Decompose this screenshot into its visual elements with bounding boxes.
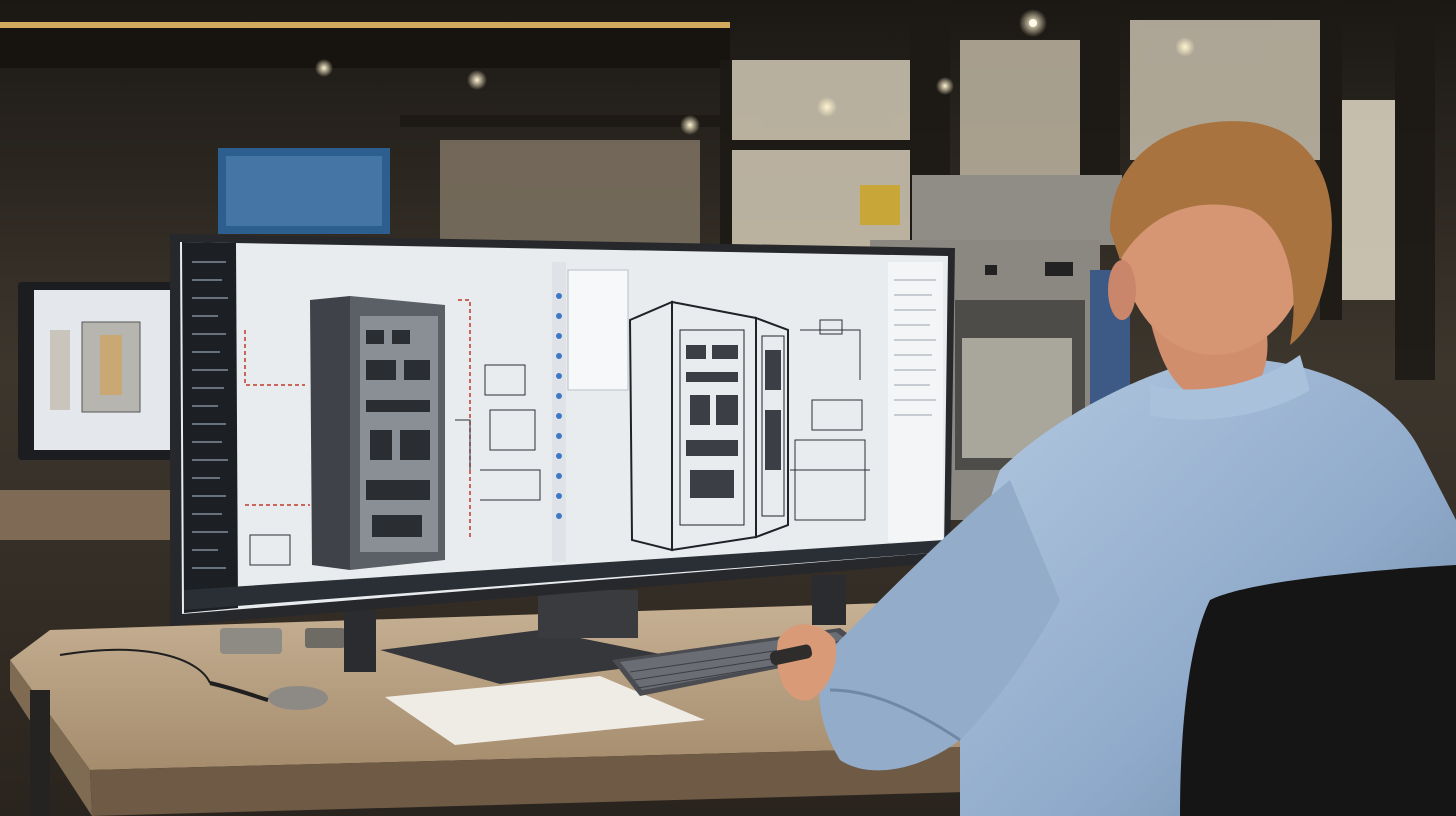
workstation-scene bbox=[0, 0, 1456, 816]
secondary-monitor bbox=[18, 282, 176, 460]
main-monitor bbox=[170, 234, 955, 626]
scene-illustration bbox=[0, 0, 1456, 816]
back-desk bbox=[0, 490, 175, 540]
office-chair bbox=[1180, 565, 1456, 816]
cad-cabinet-3d-left bbox=[310, 296, 445, 570]
cad-properties-panel bbox=[888, 262, 943, 542]
cad-popup-panel bbox=[567, 269, 629, 391]
ceiling-light-strip bbox=[0, 22, 730, 28]
ceiling-beam bbox=[0, 28, 730, 68]
